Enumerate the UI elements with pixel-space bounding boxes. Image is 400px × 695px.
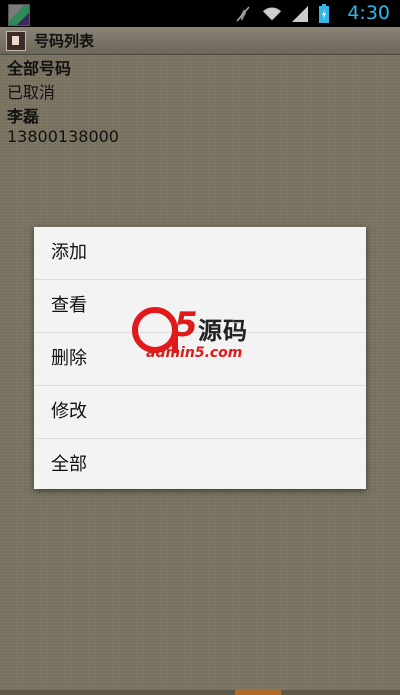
menu-item-add[interactable]: 添加	[34, 227, 366, 280]
list-header[interactable]: 全部号码	[7, 55, 71, 79]
app-notification-icon	[8, 4, 30, 26]
battery-icon	[319, 4, 329, 23]
bottom-tab-indicator	[235, 689, 281, 695]
watermark-text: 源码	[198, 317, 248, 345]
menu-item-all[interactable]: 全部	[34, 439, 366, 492]
page-title: 号码列表	[34, 32, 95, 50]
signal-icon	[292, 6, 308, 22]
wifi-icon	[262, 7, 282, 21]
bottom-bar	[0, 690, 400, 695]
title-bar: 号码列表	[0, 27, 400, 55]
list-item-name[interactable]: 李磊	[7, 103, 39, 127]
watermark-digit: 5	[174, 305, 198, 345]
watermark-logo: 5 源码 admin5.com	[130, 305, 280, 365]
status-time: 4:30	[347, 2, 390, 24]
menu-item-edit[interactable]: 修改	[34, 386, 366, 439]
mute-icon	[236, 6, 250, 22]
list-item-number[interactable]: 13800138000	[7, 127, 119, 146]
watermark-url: admin5.com	[146, 345, 243, 361]
app-icon	[6, 31, 26, 51]
list-item-status[interactable]: 已取消	[7, 79, 55, 103]
status-bar: 4:30	[0, 0, 400, 27]
